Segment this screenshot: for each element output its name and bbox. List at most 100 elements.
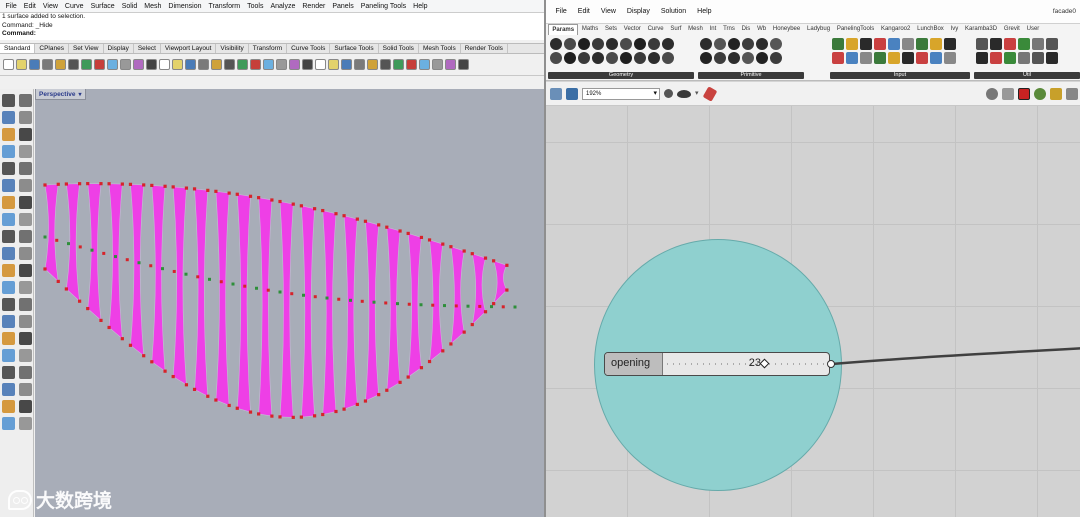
control-point[interactable] [363, 399, 368, 403]
control-point[interactable] [406, 375, 410, 379]
control-point[interactable] [142, 183, 146, 187]
facade-fin[interactable] [44, 183, 59, 283]
control-point[interactable] [64, 182, 68, 186]
tab-select[interactable]: Select [134, 44, 161, 53]
control-point[interactable] [214, 398, 218, 402]
gh-tab-mesh[interactable]: Mesh [685, 24, 706, 35]
control-point[interactable] [171, 185, 175, 189]
control-point[interactable] [227, 403, 231, 408]
toolbar-tool-icon[interactable] [380, 59, 391, 70]
gh-component-icon[interactable] [888, 38, 900, 50]
control-point[interactable] [184, 383, 189, 387]
gh-component-icon[interactable] [1032, 52, 1044, 64]
midcurve-point[interactable] [337, 297, 341, 301]
midcurve-point[interactable] [360, 299, 364, 303]
menu-mesh[interactable]: Mesh [141, 3, 165, 10]
gh-component-icon[interactable] [1004, 52, 1016, 64]
gh-component-icon[interactable] [930, 52, 942, 64]
gh-canvas[interactable]: opening 23 [546, 106, 1080, 517]
gh-component-icon[interactable] [564, 38, 576, 50]
control-point[interactable] [206, 188, 210, 192]
gh-tab-karamba3d[interactable]: Karamba3D [962, 24, 1001, 35]
toolbar-tool-icon[interactable] [354, 59, 365, 70]
left-tool-icon[interactable] [19, 94, 32, 107]
gh-component-icon[interactable] [648, 38, 660, 50]
toolbar-tool-icon[interactable] [445, 59, 456, 70]
control-point[interactable] [64, 287, 68, 291]
gh-component-icon[interactable] [902, 52, 914, 64]
left-tool-icon[interactable] [19, 417, 32, 430]
toolbar-tool-icon[interactable] [146, 59, 157, 70]
toolbar-tool-icon[interactable] [107, 59, 118, 70]
control-point[interactable] [342, 407, 346, 411]
gh-component-icon[interactable] [832, 38, 844, 50]
left-tool-icon[interactable] [19, 332, 32, 345]
preview-shaded-icon[interactable] [1002, 87, 1014, 100]
control-point[interactable] [163, 184, 167, 188]
gh-component-icon[interactable] [1018, 38, 1030, 50]
gh-component-icon[interactable] [976, 38, 988, 50]
control-point[interactable] [150, 360, 154, 364]
tab-surface-tools[interactable]: Surface Tools [330, 44, 379, 53]
gh-component-icon[interactable] [874, 52, 886, 64]
left-tool-icon[interactable] [19, 179, 32, 192]
facade-fin[interactable] [386, 226, 401, 391]
midcurve-point[interactable] [302, 293, 305, 297]
control-point[interactable] [441, 349, 445, 353]
gh-component-icon[interactable] [620, 38, 632, 50]
eye-icon[interactable] [677, 89, 691, 98]
menu-transform[interactable]: Transform [205, 3, 244, 10]
tab-render-tools[interactable]: Render Tools [461, 44, 508, 53]
preview-selected-icon[interactable] [1018, 87, 1030, 100]
control-point[interactable] [462, 330, 466, 334]
left-tool-icon[interactable] [19, 298, 32, 311]
toolbar-tool-icon[interactable] [406, 59, 417, 70]
left-tool-icon[interactable] [2, 230, 15, 243]
gh-tab-ladybug[interactable]: Ladybug [804, 24, 834, 35]
facade-fin[interactable] [322, 210, 337, 415]
toolbar-tool-icon[interactable] [276, 59, 287, 70]
gh-component-icon[interactable] [550, 52, 562, 64]
facade-fin[interactable] [279, 201, 294, 418]
control-point[interactable] [86, 182, 90, 186]
gh-component-icon[interactable] [592, 38, 604, 50]
gh-tab-kangaroo2[interactable]: Kangaroo2 [878, 24, 914, 35]
toolbar-tool-icon[interactable] [289, 59, 300, 70]
tab-solid-tools[interactable]: Solid Tools [379, 44, 419, 53]
facade-fin[interactable] [365, 220, 380, 402]
left-tool-icon[interactable] [2, 298, 15, 311]
toolbar-tool-icon[interactable] [432, 59, 443, 70]
control-point[interactable] [107, 325, 111, 330]
gh-component-icon[interactable] [662, 38, 674, 50]
midcurve-point[interactable] [513, 305, 517, 309]
control-point[interactable] [171, 374, 175, 379]
left-tool-icon[interactable] [19, 230, 32, 243]
midcurve-point[interactable] [490, 305, 493, 309]
control-point[interactable] [248, 194, 253, 198]
midcurve-point[interactable] [137, 261, 141, 265]
preview-wire-icon[interactable] [986, 87, 998, 100]
control-point[interactable] [377, 223, 381, 227]
open-file-icon[interactable] [550, 87, 562, 100]
control-point[interactable] [291, 415, 295, 419]
gh-component-icon[interactable] [728, 52, 740, 64]
midcurve-point[interactable] [443, 304, 446, 308]
facade-fin[interactable] [450, 246, 465, 345]
midcurve-point[interactable] [125, 258, 129, 262]
midcurve-point[interactable] [466, 304, 470, 308]
control-point[interactable] [78, 182, 82, 186]
gh-component-icon[interactable] [1032, 38, 1044, 50]
control-point[interactable] [86, 306, 90, 311]
toolbar-tool-icon[interactable] [419, 59, 430, 70]
left-tool-icon[interactable] [2, 366, 15, 379]
chevron-down-icon[interactable]: ▾ [79, 92, 82, 98]
control-point[interactable] [128, 343, 133, 347]
control-point[interactable] [321, 208, 325, 213]
toolbar-tool-icon[interactable] [3, 59, 14, 70]
gh-menu-help[interactable]: Help [692, 8, 717, 15]
gh-component-icon[interactable] [1046, 52, 1058, 64]
left-tool-icon[interactable] [19, 349, 32, 362]
control-point[interactable] [449, 245, 453, 249]
tab-set-view[interactable]: Set View [69, 44, 104, 53]
gh-component-icon[interactable] [714, 38, 726, 50]
